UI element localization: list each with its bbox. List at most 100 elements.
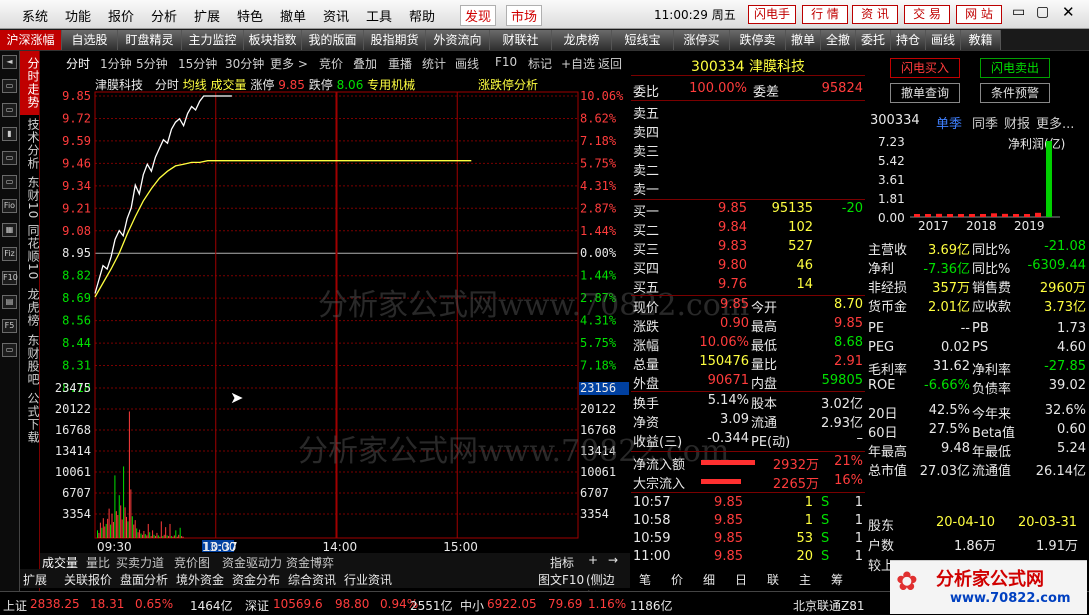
quote-bottom-tab[interactable]: 细: [703, 571, 715, 588]
tool-icon[interactable]: ▭: [2, 175, 17, 189]
function-tab[interactable]: 股指期货: [364, 30, 426, 50]
view-tab[interactable]: 分时走势: [20, 51, 40, 115]
function-tab[interactable]: 盯盘精灵: [118, 30, 182, 50]
cancel-query-button[interactable]: 撤单查询: [890, 83, 960, 103]
menu-item[interactable]: 报价: [108, 6, 134, 25]
quote-bottom-tab[interactable]: 笔: [639, 571, 651, 588]
menu-item[interactable]: 功能: [65, 6, 91, 25]
tool-icon[interactable]: ▭: [2, 151, 17, 165]
view-tab[interactable]: 公式下载: [20, 389, 40, 447]
tool-icon[interactable]: ▤: [2, 295, 17, 309]
menu-item[interactable]: 分析: [151, 6, 177, 25]
function-tab[interactable]: 持仓: [891, 30, 926, 50]
period-button[interactable]: 统计: [422, 55, 446, 72]
menu-item-highlight[interactable]: 发现: [460, 5, 497, 26]
top-quick-button[interactable]: 闪电手: [748, 5, 796, 24]
tool-icon[interactable]: ▭: [2, 79, 17, 93]
menu-item[interactable]: 工具: [366, 6, 392, 25]
close-icon[interactable]: ✕: [1062, 3, 1075, 21]
menu-item[interactable]: 帮助: [409, 6, 435, 25]
quote-bottom-tab[interactable]: 日: [735, 571, 747, 588]
function-tab[interactable]: 外资流向: [426, 30, 490, 50]
tool-icon[interactable]: ▭: [2, 343, 17, 357]
top-quick-button[interactable]: 网 站: [956, 5, 1002, 24]
arrow-icon[interactable]: →: [608, 553, 618, 567]
tool-icon[interactable]: ▭: [2, 103, 17, 117]
period-button[interactable]: 重播: [388, 55, 412, 72]
minimize-icon[interactable]: ▭: [1012, 4, 1025, 20]
view-tab[interactable]: 东财股吧: [20, 333, 40, 387]
tool-icon[interactable]: Fio: [2, 199, 17, 213]
menu-item[interactable]: 扩展: [194, 6, 220, 25]
period-button[interactable]: 更多 >: [270, 55, 308, 72]
fin-period-tab[interactable]: 财报: [1004, 113, 1030, 132]
function-tab[interactable]: 龙虎榜: [552, 30, 612, 50]
quote-bottom-tab[interactable]: 联: [767, 571, 779, 588]
function-tab[interactable]: 教籍: [961, 30, 1001, 50]
tool-icon[interactable]: F5: [2, 319, 17, 333]
extension-tab[interactable]: 扩展: [23, 571, 47, 588]
extension-tab[interactable]: 境外资金: [176, 571, 224, 588]
maximize-icon[interactable]: ▢: [1036, 4, 1049, 20]
f10-tab[interactable]: 图文F10: [538, 571, 584, 588]
function-tab[interactable]: 自选股: [62, 30, 118, 50]
function-tab[interactable]: 沪深涨幅: [0, 30, 62, 50]
fin-period-tab[interactable]: 更多...: [1036, 113, 1074, 132]
function-tab[interactable]: 全撤: [821, 30, 856, 50]
tool-icon[interactable]: ◄: [2, 55, 17, 69]
tool-icon[interactable]: ▦: [2, 223, 17, 237]
condition-alert-button[interactable]: 条件预警: [980, 83, 1050, 103]
period-button[interactable]: 竞价: [319, 55, 343, 72]
menu-item[interactable]: 资讯: [323, 6, 349, 25]
menu-item[interactable]: 撤单: [280, 6, 306, 25]
period-button[interactable]: 30分钟: [225, 55, 264, 72]
extension-tab[interactable]: 关联报价: [64, 571, 112, 588]
period-button[interactable]: 返回: [598, 55, 622, 72]
quote-bottom-tab[interactable]: 筹: [831, 571, 843, 588]
flash-sell-button[interactable]: 闪电卖出: [980, 58, 1050, 78]
period-button[interactable]: +自选: [561, 55, 595, 72]
function-tab[interactable]: 主力监控: [182, 30, 244, 50]
add-icon[interactable]: +: [588, 553, 598, 567]
fin-period-tab[interactable]: 单季: [936, 113, 962, 132]
top-quick-button[interactable]: 交 易: [904, 5, 950, 24]
period-button[interactable]: 标记: [528, 55, 552, 72]
extension-tab[interactable]: 行业资讯: [344, 571, 392, 588]
view-tab[interactable]: 东财10: [20, 175, 40, 221]
top-quick-button[interactable]: 行 情: [802, 5, 848, 24]
period-button[interactable]: 画线: [455, 55, 479, 72]
function-tab[interactable]: 涨停买: [674, 30, 730, 50]
function-tab[interactable]: 短线宝: [612, 30, 674, 50]
top-quick-button[interactable]: 资 讯: [852, 5, 898, 24]
function-tab[interactable]: 委托: [856, 30, 891, 50]
view-tab[interactable]: 技术分析: [20, 115, 40, 173]
function-tab[interactable]: 跌停卖: [730, 30, 786, 50]
quote-bottom-tab[interactable]: 价: [671, 571, 683, 588]
view-tab[interactable]: 龙虎榜: [20, 283, 40, 331]
tool-icon[interactable]: Fiz: [2, 247, 17, 261]
period-button[interactable]: 5分钟: [136, 55, 168, 72]
menu-item-highlight[interactable]: 市场: [506, 5, 543, 26]
function-tab[interactable]: 财联社: [490, 30, 552, 50]
function-tab[interactable]: 撤单: [786, 30, 821, 50]
menu-item[interactable]: 特色: [237, 6, 263, 25]
period-button[interactable]: 15分钟: [178, 55, 217, 72]
fin-period-tab[interactable]: 同季: [972, 113, 998, 132]
function-tab[interactable]: 画线: [926, 30, 961, 50]
menu-item[interactable]: 系统: [22, 6, 48, 25]
flash-buy-button[interactable]: 闪电买入: [890, 58, 960, 78]
period-button[interactable]: 叠加: [353, 55, 377, 72]
extension-tab[interactable]: 盘面分析: [120, 571, 168, 588]
period-button[interactable]: 1分钟: [100, 55, 132, 72]
period-button[interactable]: 分时: [66, 55, 90, 72]
extension-tab[interactable]: 资金分布: [232, 571, 280, 588]
intraday-chart[interactable]: 津膜科技 分时 均线 成交量 涨停 9.85 跌停 8.06 专用机械 涨跌停分…: [40, 72, 749, 552]
function-tab[interactable]: 板块指数: [244, 30, 302, 50]
tool-icon[interactable]: F10: [2, 271, 18, 285]
function-tab[interactable]: 我的版面: [302, 30, 364, 50]
quote-bottom-tab[interactable]: 主: [799, 571, 811, 588]
extension-tab[interactable]: 综合资讯: [288, 571, 336, 588]
tool-icon[interactable]: ▮: [2, 127, 17, 141]
view-tab[interactable]: 同花顺10: [20, 223, 40, 281]
period-button[interactable]: F10: [495, 55, 517, 69]
